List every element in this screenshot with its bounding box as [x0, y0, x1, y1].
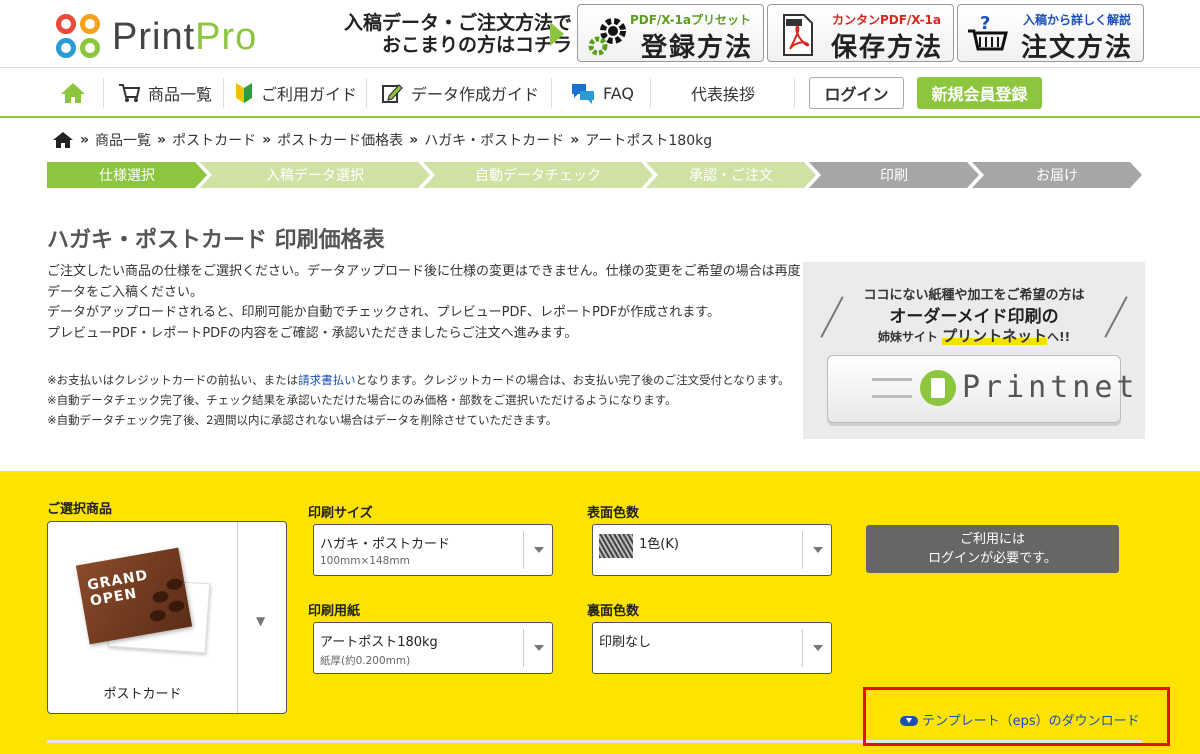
step-print: 印刷 [809, 162, 979, 188]
nav-guide[interactable]: ご利用ガイド [235, 76, 357, 110]
front-color-value: 1色(K) [639, 537, 679, 552]
nav-guide-label: ご利用ガイド [261, 85, 358, 104]
invoice-payment-link[interactable]: 請求書払い [298, 373, 356, 387]
breadcrumb-item[interactable]: 商品一覧 [95, 130, 151, 150]
help-promo[interactable]: 入稿データ・ご注文方法で おこまりの方はコチラ [332, 12, 572, 56]
login-button[interactable]: ログイン [809, 77, 904, 109]
template-download-link[interactable]: テンプレート（eps）のダウンロード [900, 710, 1140, 729]
breadcrumb-current: アートポスト180kg [585, 133, 713, 149]
banner-line3: 姉妹サイト プリントネットへ!! [877, 327, 1071, 345]
breadcrumb-item[interactable]: ポストカード [172, 130, 256, 150]
step-spec: 仕様選択 [47, 162, 207, 188]
step-approve: 承認・ご注文 [646, 162, 816, 188]
cart-question-icon: ? [968, 13, 1008, 51]
nav-faq-label: FAQ [603, 83, 634, 103]
promo-arrow-icon [550, 22, 564, 46]
nav-products[interactable]: 商品一覧 [118, 76, 212, 110]
printnet-banner[interactable]: ココにない紙種や加工をご希望の方は オーダーメイド印刷の 姉妹サイト プリントネ… [803, 262, 1145, 439]
help-promo-line2: おこまりの方はコチラ [381, 34, 572, 56]
back-color-label: 裏面色数 [587, 604, 640, 619]
chevron-down-icon [534, 645, 544, 651]
login-required-button[interactable]: ご利用には ログインが必要です。 [866, 525, 1119, 573]
home-icon[interactable] [52, 131, 74, 149]
nav-greeting-label: 代表挨拶 [691, 85, 756, 104]
product-label: ご選択商品 [47, 502, 113, 517]
guide-preset-button[interactable]: PDF/X-1aプリセット 登録方法 [577, 4, 764, 63]
template-download-highlight: テンプレート（eps）のダウンロード [863, 687, 1170, 746]
guide-save-button[interactable]: カンタンPDF/X-1a 保存方法 [767, 4, 954, 63]
home-icon [61, 83, 85, 103]
paper-select[interactable]: アートポスト180kg 紙厚(約0.200mm) [313, 622, 553, 674]
chat-bubbles-icon [572, 84, 594, 104]
product-caption: ポストカード [103, 687, 182, 702]
nav-greeting[interactable]: 代表挨拶 [691, 76, 755, 110]
back-color-value: 印刷なし [599, 635, 652, 650]
cart-icon [119, 84, 140, 102]
printnet-logo-icon [920, 370, 956, 406]
chevron-down-icon [813, 645, 823, 651]
size-label: 印刷サイズ [308, 506, 373, 521]
page-title: ハガキ・ポストカード 印刷価格表 [47, 228, 385, 253]
product-selector[interactable]: GRAND OPEN ▼ ポストカード [47, 521, 287, 714]
help-promo-line1: 入稿データ・ご注文方法で [343, 12, 572, 34]
printnet-logo-text: Printnet [962, 370, 1139, 405]
register-button[interactable]: 新規会員登録 [917, 77, 1042, 109]
breadcrumb-item[interactable]: ポストカード価格表 [277, 130, 403, 150]
front-color-label: 表面色数 [587, 506, 640, 521]
guide-order-button[interactable]: ? 入稿から詳しく解説 注文方法 [957, 4, 1144, 63]
nav-data-guide[interactable]: データ作成ガイド [381, 76, 539, 110]
back-color-select[interactable]: 印刷なし [592, 622, 832, 674]
product-dropdown-icon[interactable]: ▼ [256, 614, 265, 628]
size-select[interactable]: ハガキ・ポストカード 100mm×148mm [313, 524, 553, 576]
svg-text:?: ? [980, 13, 990, 34]
guide-save-main: 保存方法 [830, 33, 943, 63]
nav-faq[interactable]: FAQ [571, 76, 634, 110]
template-download-label: テンプレート（eps）のダウンロード [922, 714, 1140, 729]
pdf-file-icon [783, 14, 813, 56]
cloud-download-icon [900, 714, 918, 726]
printnet-button[interactable]: Printnet [827, 355, 1135, 423]
color-swatch-icon [599, 534, 633, 558]
guide-save-sub: カンタンPDF/X-1a [831, 13, 941, 27]
logo-mark-icon [56, 14, 102, 60]
intro-text: ご注文したい商品の仕様をご選択ください。データアップロード後に仕様の変更はできま… [47, 264, 801, 341]
step-delivery: お届け [972, 162, 1142, 188]
front-color-select[interactable]: 1色(K) [592, 524, 832, 576]
breadcrumb: » 商品一覧 » ポストカード » ポストカード価格表 » ハガキ・ポストカード… [52, 128, 712, 152]
product-configurator: ご選択商品 GRAND OPEN ▼ ポストカード 印刷サイズ ハガキ・ポストカ… [0, 471, 1200, 754]
top-header: PrintPro 入稿データ・ご注文方法で おこまりの方はコチラ PDF/X-1… [0, 0, 1200, 68]
gear-icon [588, 18, 626, 56]
size-value: ハガキ・ポストカード [320, 537, 451, 552]
nav-data-guide-label: データ作成ガイド [411, 85, 540, 104]
step-check: 自動データチェック [423, 162, 653, 188]
notes: ※お支払いはクレジットカードの前払い、または請求書払いとなります。クレジットカー… [47, 373, 790, 427]
main-nav: 商品一覧 ご利用ガイド データ作成ガイド FAQ 代表挨拶 ログイン 新規会員登… [0, 68, 1200, 118]
guide-preset-sub: PDF/X-1aプリセット [629, 13, 751, 27]
chevron-down-icon [534, 547, 544, 553]
order-steps: 仕様選択 入稿データ選択 自動データチェック 承認・ご注文 印刷 お届け [47, 162, 1142, 188]
paper-value: アートポスト180kg [320, 635, 438, 650]
guide-order-sub: 入稿から詳しく解説 [1022, 13, 1131, 27]
nav-products-label: 商品一覧 [148, 85, 213, 104]
edit-icon [382, 84, 403, 103]
chevron-down-icon [813, 547, 823, 553]
postcard-image-text: GRAND OPEN [86, 567, 150, 610]
breadcrumb-item[interactable]: ハガキ・ポストカード [424, 130, 564, 150]
banner-line2: オーダーメイド印刷の [889, 307, 1059, 327]
guide-order-main: 注文方法 [1020, 33, 1133, 63]
step-upload: 入稿データ選択 [200, 162, 430, 188]
site-logo[interactable]: PrintPro [56, 14, 257, 60]
nav-home[interactable] [60, 76, 86, 110]
guide-preset-main: 登録方法 [640, 33, 753, 63]
size-sub: 100mm×148mm [320, 555, 410, 567]
logo-text: PrintPro [112, 15, 258, 58]
paper-label: 印刷用紙 [308, 604, 361, 619]
beginner-mark-icon [236, 83, 252, 103]
paper-sub: 紙厚(約0.200mm) [320, 655, 411, 667]
banner-line1: ココにない紙種や加工をご希望の方は [863, 288, 1085, 303]
